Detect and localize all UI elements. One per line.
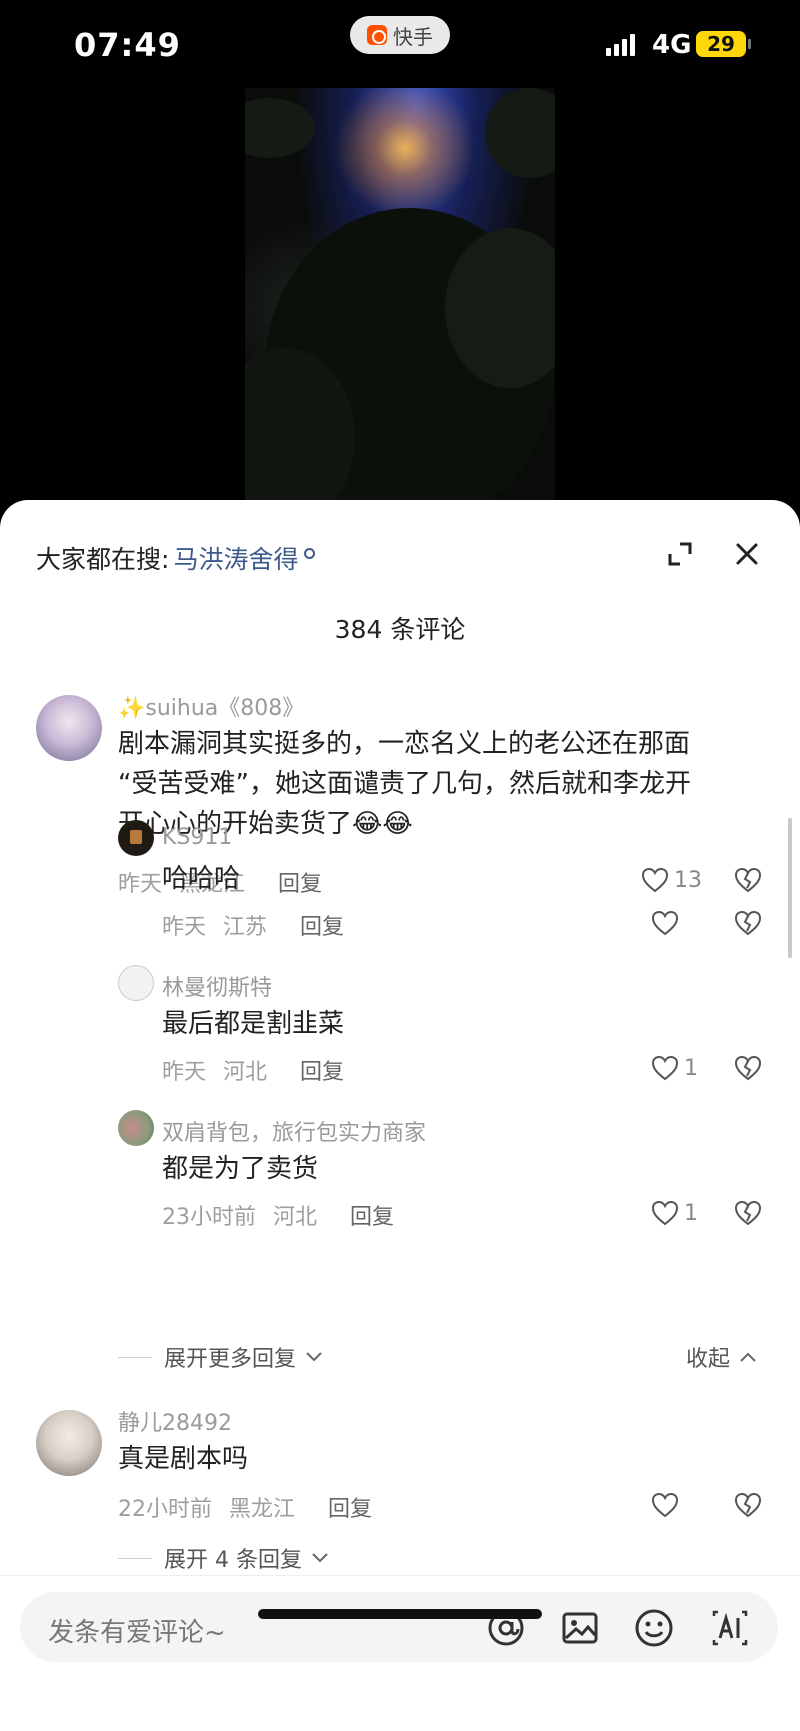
avatar[interactable] (36, 1410, 102, 1476)
chevron-up-icon (740, 1352, 756, 1362)
reply-item: 林曼彻斯特 最后都是割韭菜 昨天 河北 回复 1 (0, 960, 800, 1090)
reply-time: 昨天 (162, 915, 207, 940)
chevron-down-icon (306, 1352, 322, 1362)
expand-more-replies[interactable]: 展开更多回复 (118, 1341, 324, 1373)
divider-line (118, 1557, 152, 1559)
reply-text: 最后都是割韭菜 (162, 1009, 345, 1039)
hot-search[interactable]: 大家都在搜: 马洪涛舍得 (36, 540, 316, 576)
reply-username[interactable]: 双肩背包，旅行包实力商家 (162, 1115, 426, 1147)
like-button[interactable]: 1 (650, 1054, 698, 1082)
reply-text: 哈哈哈 (162, 864, 241, 894)
signal-icon (606, 34, 635, 56)
battery-icon: 29 (696, 31, 751, 57)
home-indicator[interactable] (258, 1609, 542, 1619)
dislike-icon[interactable] (733, 1199, 763, 1227)
comment-username[interactable]: ✨suihua《808》 (118, 690, 304, 722)
dislike-icon[interactable] (733, 909, 763, 937)
collapse-label: 收起 (686, 1347, 731, 1372)
heart-icon (651, 1492, 679, 1518)
hot-search-keyword[interactable]: 马洪涛舍得 (173, 540, 298, 576)
expand-more-label: 展开更多回复 (164, 1347, 297, 1372)
avatar[interactable] (118, 820, 154, 856)
avatar[interactable] (118, 965, 154, 1001)
reply-item: KS911 哈哈哈 昨天 江苏 回复 (0, 815, 800, 945)
search-icon (304, 547, 316, 559)
reply-button[interactable]: 回复 (300, 915, 344, 940)
reply-username[interactable]: 林曼彻斯特 (162, 970, 272, 1002)
app-name: 快手 (393, 24, 433, 49)
comment-location: 黑龙江 (229, 1497, 296, 1522)
close-icon[interactable] (733, 540, 761, 568)
comment-text-line: “受苦受难”，她这面谴责了几句，然后就和李龙开 (118, 769, 691, 799)
avatar[interactable] (118, 1110, 154, 1146)
reply-item: 双肩背包，旅行包实力商家 都是为了卖货 23小时前 河北 回复 1 (0, 1105, 800, 1235)
comment-input-bar: 发条有爱评论~ (0, 1575, 800, 1731)
battery-level: 29 (707, 32, 735, 56)
like-count: 1 (684, 1055, 698, 1081)
reply-button[interactable]: 回复 (300, 1060, 344, 1085)
video-player[interactable] (245, 88, 555, 518)
divider-line (118, 1356, 152, 1358)
ai-icon[interactable] (710, 1608, 750, 1648)
collapse-replies[interactable]: 收起 (686, 1341, 758, 1373)
comment-text: 真是剧本吗 (118, 1444, 249, 1474)
status-bar: 07:49 快手 4G 29 (0, 0, 800, 90)
reply-meta: 昨天 河北 回复 (162, 1054, 344, 1086)
reply-time: 23小时前 (162, 1205, 256, 1230)
expand-4-label: 展开 4 条回复 (164, 1548, 302, 1573)
reply-button[interactable]: 回复 (328, 1497, 372, 1522)
app-indicator[interactable]: 快手 (350, 16, 450, 54)
heart-icon (651, 910, 679, 936)
reply-time: 昨天 (162, 1060, 207, 1085)
heart-icon (651, 1200, 679, 1226)
comment-sheet: 大家都在搜: 马洪涛舍得 384 条评论 ✨suihua《808》 剧本漏洞其实… (0, 500, 800, 1731)
status-time: 07:49 (74, 26, 181, 64)
comment-item: 静儿28492 真是剧本吗 22小时前 黑龙江 回复 (0, 1405, 800, 1535)
reply-location: 河北 (273, 1205, 318, 1230)
comment-text-line: 剧本漏洞其实挺多的，一恋名义上的老公还在那面 (118, 729, 691, 759)
emoji-icon[interactable] (634, 1608, 674, 1648)
dislike-icon[interactable] (733, 1491, 763, 1519)
hot-search-label: 大家都在搜: (36, 545, 170, 574)
like-button[interactable] (650, 1491, 684, 1519)
network-type: 4G (652, 30, 692, 60)
comment-input-placeholder: 发条有爱评论~ (48, 1618, 226, 1648)
comment-username[interactable]: 静儿28492 (118, 1405, 232, 1437)
heart-icon (651, 1055, 679, 1081)
comment-time: 22小时前 (118, 1497, 212, 1522)
comment-meta: 22小时前 黑龙江 回复 (118, 1491, 372, 1523)
reply-text: 都是为了卖货 (162, 1154, 319, 1184)
dislike-icon[interactable] (733, 1054, 763, 1082)
avatar[interactable] (36, 695, 102, 761)
reply-meta: 23小时前 河北 回复 (162, 1199, 394, 1231)
expand-icon[interactable] (666, 540, 694, 568)
chevron-down-icon (312, 1553, 328, 1563)
expand-4-replies[interactable]: 展开 4 条回复 (118, 1542, 330, 1574)
reply-username[interactable]: KS911 (162, 825, 232, 850)
reply-location: 河北 (223, 1060, 268, 1085)
like-button[interactable]: 1 (650, 1199, 698, 1227)
reply-button[interactable]: 回复 (350, 1205, 394, 1230)
reply-location: 江苏 (223, 915, 268, 940)
comment-count: 384 条评论 (334, 615, 466, 644)
kuaishou-logo-icon (367, 25, 387, 45)
reply-meta: 昨天 江苏 回复 (162, 909, 344, 941)
like-button[interactable] (650, 909, 684, 937)
like-count: 1 (684, 1200, 698, 1226)
image-icon[interactable] (560, 1608, 600, 1648)
